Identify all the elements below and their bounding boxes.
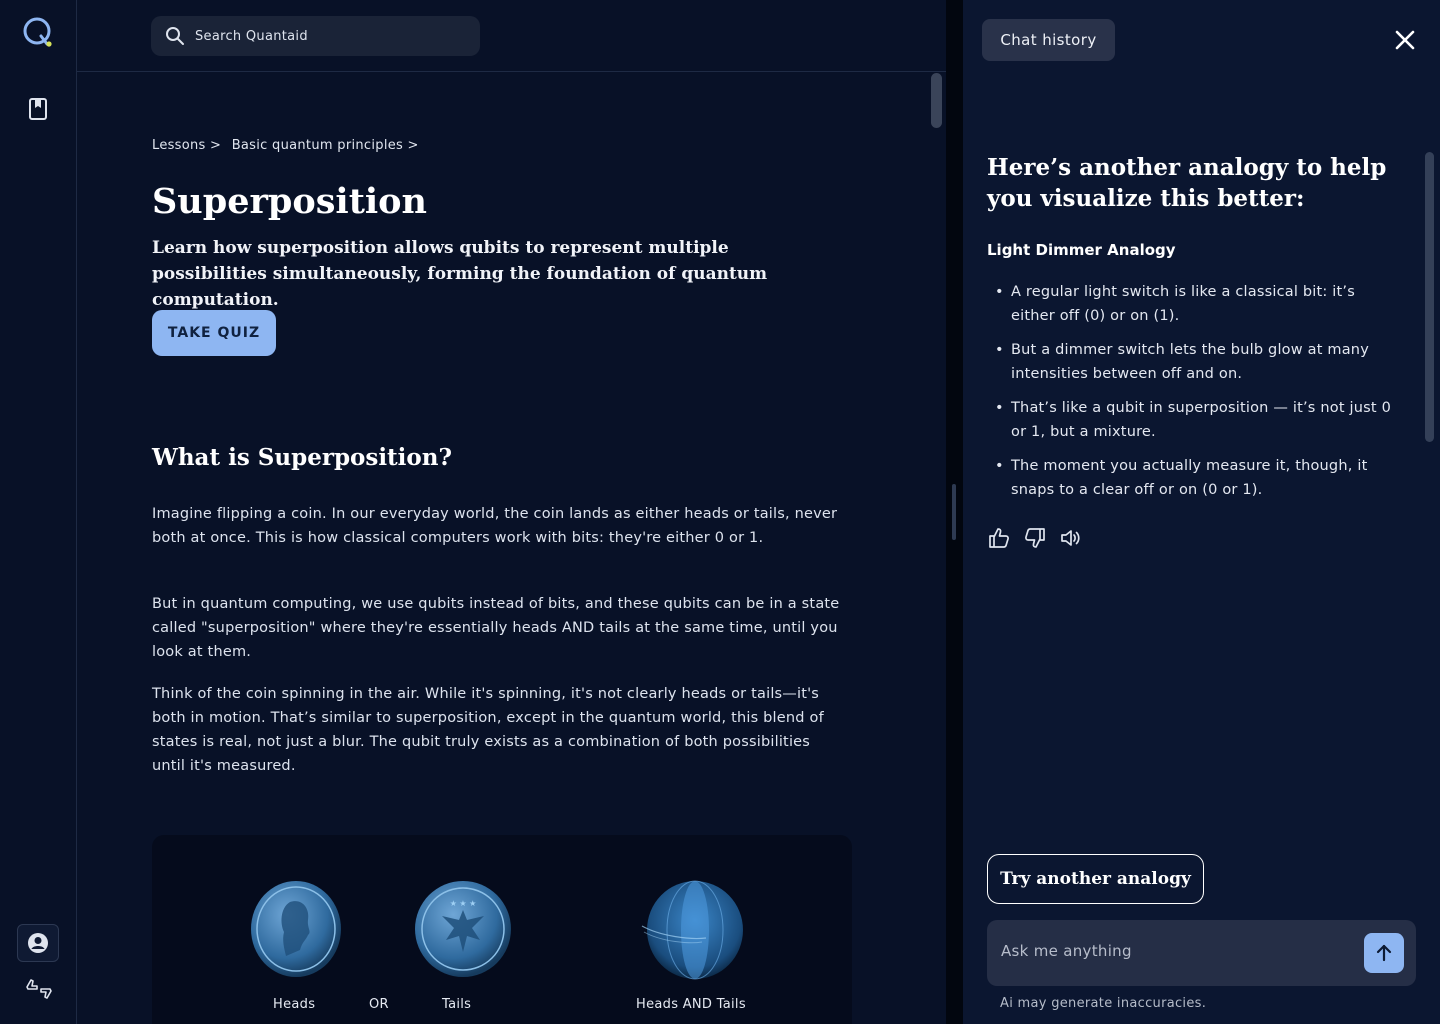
book-icon[interactable] xyxy=(27,97,49,121)
chat-input[interactable] xyxy=(1001,942,1341,960)
breadcrumb-basic-quantum-principles[interactable]: Basic quantum principles > xyxy=(232,138,419,153)
chat-history-button[interactable]: Chat history xyxy=(982,19,1115,61)
lesson-lead: Learn how superposition allows qubits to… xyxy=(152,238,768,310)
paragraph-3: Think of the coin spinning in the air. W… xyxy=(152,686,824,774)
left-rail xyxy=(0,0,77,1024)
list-item: The moment you actually measure it, thou… xyxy=(987,454,1397,502)
user-icon xyxy=(28,933,48,953)
ai-disclaimer: Ai may generate inaccuracies. xyxy=(1000,996,1207,1011)
paragraph-2: But in quantum computing, we use qubits … xyxy=(152,596,840,660)
analogy-title: Light Dimmer Analogy xyxy=(987,241,1176,259)
panel-splitter[interactable] xyxy=(946,0,963,1024)
send-button[interactable] xyxy=(1364,933,1404,973)
chat-input-box[interactable] xyxy=(987,920,1416,986)
tails-label: Tails xyxy=(442,997,472,1012)
profile-button[interactable] xyxy=(17,924,59,962)
heads-coin-image xyxy=(251,881,341,977)
thumbs-down-icon[interactable] xyxy=(1023,526,1047,550)
tails-coin-image: ★ ★ ★ xyxy=(415,881,511,977)
list-item: But a dimmer switch lets the bulb glow a… xyxy=(987,338,1397,386)
paragraph-1: Imagine flipping a coin. In our everyday… xyxy=(152,506,838,546)
search-icon xyxy=(166,27,184,45)
page-title: Superposition xyxy=(152,181,427,222)
main-scrollbar[interactable] xyxy=(931,73,942,128)
lesson-content: Lessons > Basic quantum principles > Sup… xyxy=(77,73,946,1024)
coin-illustration: ★ ★ ★ Heads OR Tails Heads AND Tails xyxy=(152,835,852,1024)
top-bar xyxy=(77,0,946,72)
close-icon[interactable] xyxy=(1393,28,1417,52)
analogy-bullet-list: A regular light switch is like a classic… xyxy=(987,280,1397,512)
svg-text:★ ★ ★: ★ ★ ★ xyxy=(450,899,477,908)
feedback-icon[interactable] xyxy=(24,975,54,1003)
spinning-coin-image xyxy=(641,880,743,980)
try-another-analogy-button[interactable]: Try another analogy xyxy=(987,854,1204,904)
chat-panel: Chat history Here’s another analogy to h… xyxy=(963,0,1440,1024)
breadcrumb-lessons[interactable]: Lessons > xyxy=(152,138,221,153)
chat-response-heading: Here’s another analogy to help you visua… xyxy=(987,154,1387,212)
breadcrumb: Lessons > Basic quantum principles > xyxy=(152,138,425,153)
section-title: What is Superposition? xyxy=(152,444,452,471)
or-label: OR xyxy=(369,997,389,1012)
list-item: That’s like a qubit in superposition — i… xyxy=(987,396,1397,444)
speaker-icon[interactable] xyxy=(1059,526,1083,550)
splitter-handle[interactable] xyxy=(952,484,956,540)
take-quiz-button[interactable]: TAKE QUIZ xyxy=(152,310,276,356)
chat-scrollbar[interactable] xyxy=(1425,152,1434,442)
arrow-up-icon xyxy=(1376,944,1392,962)
heads-and-tails-label: Heads AND Tails xyxy=(636,997,746,1012)
list-item: A regular light switch is like a classic… xyxy=(987,280,1397,328)
search-bar[interactable] xyxy=(151,16,480,56)
search-input[interactable] xyxy=(195,28,465,44)
response-actions xyxy=(987,526,1083,550)
thumbs-up-icon[interactable] xyxy=(987,526,1011,550)
quantaid-logo-icon[interactable] xyxy=(22,16,56,50)
heads-label: Heads xyxy=(273,997,316,1012)
